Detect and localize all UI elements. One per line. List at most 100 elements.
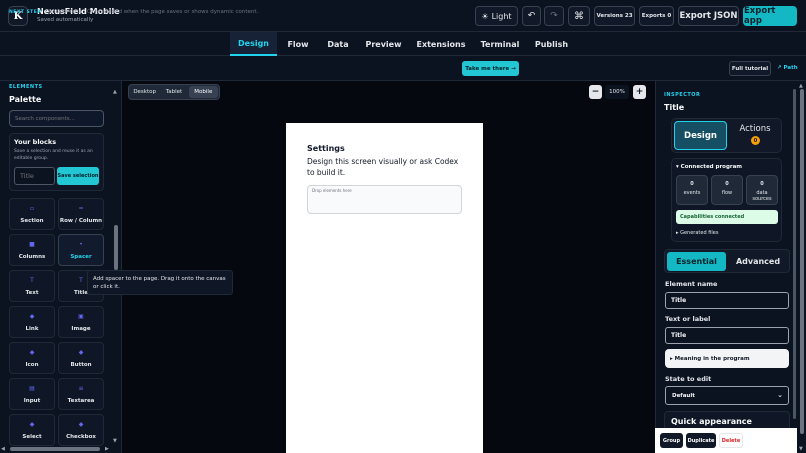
scrollbar-thumb[interactable] — [800, 89, 804, 434]
app-logo: K — [8, 6, 28, 26]
component-button[interactable]: ◆ Button — [58, 342, 104, 374]
advanced-tab[interactable]: Advanced — [729, 252, 787, 271]
app-root: K NexusField Mobile Saved automatically … — [0, 0, 806, 453]
stat-events[interactable]: 0 events — [676, 175, 708, 205]
component-spacer[interactable]: • Spacer — [58, 234, 104, 266]
stat-label: events — [683, 190, 701, 196]
your-blocks-description: Save a selection and reuse it as an edit… — [14, 149, 93, 161]
scrollbar-thumb[interactable] — [10, 447, 100, 451]
component-label: Row / Column — [59, 218, 103, 224]
text-icon: T — [30, 277, 34, 284]
component-image[interactable]: ▣ Image — [58, 306, 104, 338]
component-label: Text — [25, 290, 39, 296]
tab-extensions[interactable]: Extensions — [412, 32, 470, 56]
command-palette-button[interactable]: ⌘ — [568, 6, 590, 26]
section-icon: ▫ — [29, 205, 35, 212]
save-status: Saved automatically — [37, 17, 94, 23]
component-section[interactable]: ▫ Section — [9, 198, 55, 230]
tab-publish[interactable]: Publish — [530, 32, 573, 56]
scroll-left-icon[interactable]: ◀ — [1, 446, 5, 452]
generated-files-toggle[interactable]: ▸ Generated files — [676, 230, 718, 236]
component-link[interactable]: ◆ Link — [9, 306, 55, 338]
exports-button[interactable]: Exports 0 — [639, 6, 674, 26]
mode-design-button[interactable]: Design — [674, 121, 727, 150]
versions-button[interactable]: Versions 23 — [594, 6, 635, 26]
undo-icon: ↶ — [527, 11, 536, 21]
component-text[interactable]: T Text — [9, 270, 55, 302]
page-title[interactable]: Settings — [307, 144, 345, 153]
essential-tab[interactable]: Essential — [667, 252, 726, 271]
command-icon: ⌘ — [574, 10, 584, 22]
tab-data[interactable]: Data — [321, 32, 355, 56]
element-name-input[interactable] — [665, 292, 789, 309]
stat-flow[interactable]: 0 flow — [711, 175, 743, 205]
page-description[interactable]: Design this screen visually or ask Codex… — [307, 156, 467, 178]
chevron-down-icon: ⌄ — [777, 391, 783, 399]
save-selection-button[interactable]: Save selection — [57, 167, 99, 185]
mode-actions-button[interactable]: Actions — [731, 124, 779, 134]
connected-program-toggle[interactable]: ▾ Connected program — [676, 164, 742, 170]
tab-preview[interactable]: Preview — [361, 32, 406, 56]
scroll-up-icon[interactable]: ▲ — [799, 83, 803, 89]
component-textarea[interactable]: ≡ Textarea — [58, 378, 104, 410]
component-search-input[interactable] — [9, 110, 104, 127]
device-mobile[interactable]: Mobile — [188, 86, 218, 98]
select-icon: ◆ — [29, 421, 35, 428]
undo-button[interactable]: ↶ — [522, 6, 541, 26]
quick-appearance-title: Quick appearance — [671, 417, 752, 426]
device-tablet[interactable]: Tablet — [159, 86, 188, 98]
block-title-input[interactable] — [14, 167, 55, 185]
export-json-button[interactable]: Export JSON — [678, 6, 739, 26]
scroll-down-icon[interactable]: ▼ — [799, 446, 803, 452]
icon-component-icon: ◆ — [29, 349, 35, 356]
stat-value: 0 — [725, 181, 729, 187]
stat-data-sources[interactable]: 0 data sources — [746, 175, 778, 205]
scroll-right-icon[interactable]: ▶ — [105, 446, 109, 452]
duplicate-button[interactable]: Duplicate — [686, 433, 716, 448]
inspector-scrollbar[interactable] — [798, 81, 806, 453]
component-columns[interactable]: ■ Columns — [9, 234, 55, 266]
meaning-toggle[interactable]: ▸ Meaning in the program — [665, 349, 789, 368]
tab-flow[interactable]: Flow — [281, 32, 315, 56]
zoom-in-button[interactable]: + — [633, 85, 646, 99]
stat-label: flow — [721, 190, 733, 196]
path-link[interactable]: ↗ Path — [777, 65, 798, 71]
component-row-column[interactable]: ═ Row / Column — [58, 198, 104, 230]
group-button[interactable]: Group — [660, 433, 683, 448]
component-label: Link — [25, 326, 39, 332]
tab-design[interactable]: Design — [230, 32, 277, 56]
component-input[interactable]: ▤ Input — [9, 378, 55, 410]
full-tutorial-button[interactable]: Full tutorial — [729, 61, 771, 76]
component-select[interactable]: ◆ Select — [9, 414, 55, 446]
zoom-out-button[interactable]: − — [589, 85, 602, 99]
stat-value: 0 — [760, 181, 764, 187]
text-label: Text or label — [665, 315, 711, 323]
take-me-there-button[interactable]: Take me there → — [462, 61, 519, 76]
capabilities-status: Capabilities connected — [676, 210, 778, 224]
scrollbar-thumb[interactable] — [114, 225, 118, 270]
component-icon[interactable]: ◆ Icon — [9, 342, 55, 374]
component-label: Image — [71, 326, 91, 332]
export-app-button[interactable]: Export app — [743, 6, 797, 26]
device-switcher: Desktop Tablet Mobile — [128, 84, 220, 100]
scroll-down-icon[interactable]: ▼ — [113, 438, 117, 444]
palette-horizontal-scrollbar[interactable] — [0, 446, 122, 453]
tab-terminal[interactable]: Terminal — [476, 32, 524, 56]
device-desktop[interactable]: Desktop — [130, 86, 159, 98]
next-step-title: Connect data — [45, 9, 82, 15]
theme-toggle-button[interactable]: ☀ Light — [475, 6, 518, 26]
redo-button[interactable]: ↷ — [544, 6, 564, 26]
scroll-up-icon[interactable]: ▲ — [113, 89, 117, 95]
component-label: Textarea — [67, 398, 95, 404]
text-input[interactable] — [665, 327, 789, 344]
component-label: Section — [20, 218, 44, 224]
delete-button[interactable]: Delete — [719, 433, 743, 448]
scrollbar-thumb[interactable] — [793, 89, 796, 419]
state-select-value: Default — [672, 392, 695, 399]
stat-label: data sources — [752, 190, 772, 202]
spacer-tooltip: Add spacer to the page. Drag it onto the… — [87, 270, 233, 295]
component-label: Columns — [18, 254, 46, 260]
component-checkbox[interactable]: ◆ Checkbox — [58, 414, 104, 446]
your-blocks-title: Your blocks — [14, 138, 57, 146]
state-select[interactable]: Default ⌄ — [665, 386, 789, 405]
